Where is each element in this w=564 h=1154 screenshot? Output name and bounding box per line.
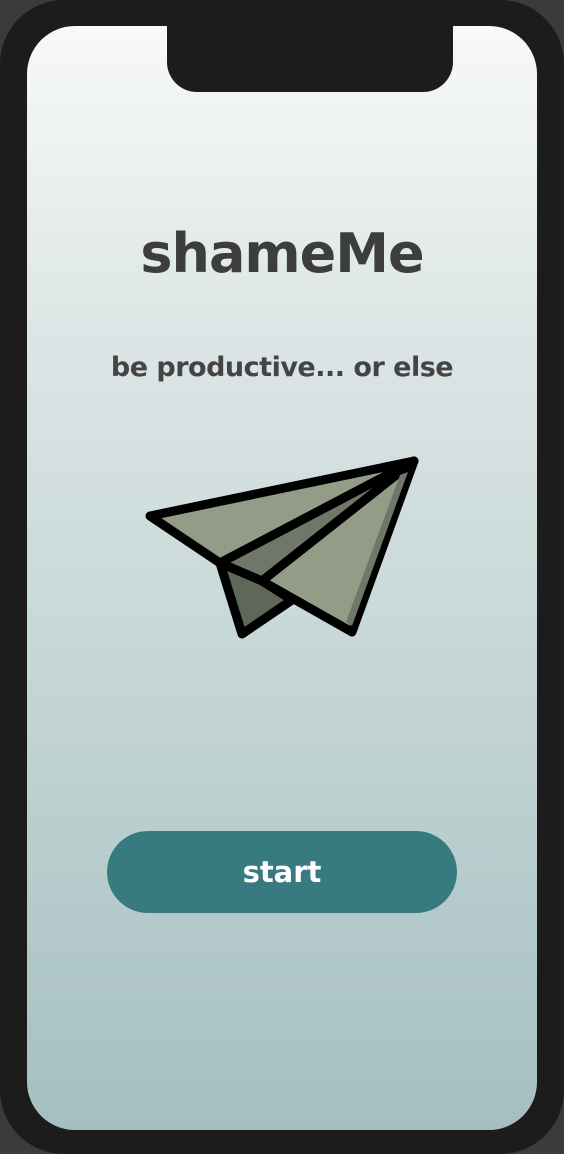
start-button[interactable]: start <box>107 831 457 913</box>
device-notch <box>167 26 453 92</box>
app-tagline: be productive... or else <box>110 352 454 383</box>
app-title: shameMe <box>140 222 424 285</box>
paper-plane-icon <box>145 456 419 639</box>
